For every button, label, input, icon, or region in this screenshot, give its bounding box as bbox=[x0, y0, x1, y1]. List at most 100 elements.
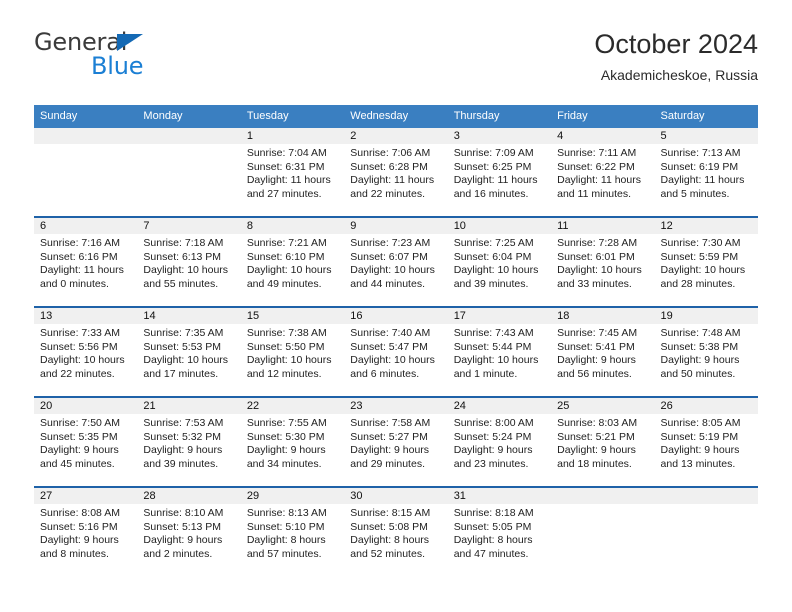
calendar-body: 1 Sunrise: 7:04 AM Sunset: 6:31 PM Daylight… bbox=[34, 128, 758, 576]
calendar-cell-day-13[interactable]: 13 Sunrise: 7:33 AM Sunset: 5:56 PM Dayligh… bbox=[34, 306, 138, 397]
weekday-header-monday: Monday bbox=[137, 105, 241, 128]
calendar-cell-day-26[interactable]: 26 Sunrise: 8:05 AM Sunset: 5:19 PM Dayligh… bbox=[654, 396, 758, 487]
calendar-cell-day-5[interactable]: 5 Sunrise: 7:13 AM Sunset: 6:19 PM Daylight… bbox=[654, 128, 758, 217]
calendar-cell-day-1[interactable]: 1 Sunrise: 7:04 AM Sunset: 6:31 PM Daylight… bbox=[240, 128, 345, 217]
calendar-cell-day-16[interactable]: 16 Sunrise: 7:40 AM Sunset: 5:47 PM Dayligh… bbox=[344, 306, 448, 397]
daylight-text: Daylight: 11 hours and 22 minutes. bbox=[350, 174, 435, 200]
sunrise-text: Sunrise: 7:28 AM bbox=[557, 237, 638, 249]
cell-inner: 1 Sunrise: 7:04 AM Sunset: 6:31 PM Daylight… bbox=[240, 128, 345, 216]
calendar-week-row: 27 Sunrise: 8:08 AM Sunset: 5:16 PM Dayligh… bbox=[34, 486, 758, 576]
cell-inner: 4 Sunrise: 7:11 AM Sunset: 6:22 PM Daylight… bbox=[551, 128, 655, 216]
cell-inner: 3 Sunrise: 7:09 AM Sunset: 6:25 PM Daylight… bbox=[447, 128, 552, 216]
calendar-cell-day-14[interactable]: 14 Sunrise: 7:35 AM Sunset: 5:53 PM Dayligh… bbox=[137, 306, 241, 397]
calendar-cell-day-19[interactable]: 19 Sunrise: 7:48 AM Sunset: 5:38 PM Dayligh… bbox=[654, 306, 758, 397]
day-number: 7 bbox=[137, 218, 241, 234]
calendar-cell-day-3[interactable]: 3 Sunrise: 7:09 AM Sunset: 6:25 PM Daylight… bbox=[447, 128, 552, 217]
calendar-cell-day-22[interactable]: 22 Sunrise: 7:55 AM Sunset: 5:30 PM Dayligh… bbox=[240, 396, 345, 487]
sunset-text: Sunset: 5:08 PM bbox=[350, 520, 428, 533]
sunset-text: Sunset: 5:44 PM bbox=[453, 340, 532, 353]
sunrise-text: Sunrise: 8:13 AM bbox=[246, 507, 327, 519]
daylight-text: Daylight: 9 hours and 34 minutes. bbox=[246, 444, 326, 470]
daylight-text: Daylight: 10 hours and 6 minutes. bbox=[350, 354, 435, 380]
sunset-text: Sunset: 6:31 PM bbox=[246, 160, 325, 173]
sunset-text: Sunset: 6:01 PM bbox=[557, 250, 635, 263]
calendar-cell-day-25[interactable]: 25 Sunrise: 8:03 AM Sunset: 5:21 PM Dayligh… bbox=[551, 396, 655, 487]
calendar-cell-day-31[interactable]: 31 Sunrise: 8:18 AM Sunset: 5:05 PM Dayligh… bbox=[447, 486, 552, 576]
day-number: 11 bbox=[551, 218, 655, 234]
sunrise-text: Sunrise: 7:50 AM bbox=[40, 417, 120, 429]
calendar-cell-day-2[interactable]: 2 Sunrise: 7:06 AM Sunset: 6:28 PM Daylight… bbox=[344, 128, 448, 217]
calendar-cell-day-8[interactable]: 8 Sunrise: 7:21 AM Sunset: 6:10 PM Daylight… bbox=[240, 216, 345, 307]
sunset-text: Sunset: 5:27 PM bbox=[350, 430, 428, 443]
day-number: 27 bbox=[34, 488, 138, 504]
calendar-cell-day-6[interactable]: 6 Sunrise: 7:16 AM Sunset: 6:16 PM Daylight… bbox=[34, 216, 138, 307]
calendar-cell-day-21[interactable]: 21 Sunrise: 7:53 AM Sunset: 5:32 PM Dayligh… bbox=[137, 396, 241, 487]
cell-inner bbox=[551, 488, 655, 576]
sunset-text: Sunset: 5:59 PM bbox=[660, 250, 739, 263]
day-number: 1 bbox=[240, 128, 345, 144]
sunrise-text: Sunrise: 7:53 AM bbox=[143, 417, 224, 429]
sunset-text: Sunset: 6:25 PM bbox=[453, 160, 532, 173]
day-details: Sunrise: 7:33 AM Sunset: 5:56 PM Daylight:… bbox=[34, 324, 137, 381]
daylight-text: Daylight: 10 hours and 33 minutes. bbox=[557, 264, 642, 290]
calendar-cell-day-10[interactable]: 10 Sunrise: 7:25 AM Sunset: 6:04 PM Dayligh… bbox=[447, 216, 552, 307]
daylight-text: Daylight: 10 hours and 1 minute. bbox=[453, 354, 539, 380]
day-number: 4 bbox=[551, 128, 655, 144]
calendar-cell-day-27[interactable]: 27 Sunrise: 8:08 AM Sunset: 5:16 PM Dayligh… bbox=[34, 486, 138, 576]
sunset-text: Sunset: 5:30 PM bbox=[246, 430, 325, 443]
day-details: Sunrise: 7:28 AM Sunset: 6:01 PM Daylight:… bbox=[551, 234, 654, 291]
cell-inner: 8 Sunrise: 7:21 AM Sunset: 6:10 PM Daylight… bbox=[240, 218, 345, 306]
calendar-cell-empty bbox=[551, 486, 655, 576]
day-number: 28 bbox=[137, 488, 241, 504]
cell-inner: 25 Sunrise: 8:03 AM Sunset: 5:21 PM Dayligh… bbox=[551, 398, 655, 486]
day-details: Sunrise: 8:15 AM Sunset: 5:08 PM Daylight:… bbox=[344, 504, 447, 561]
calendar-cell-day-15[interactable]: 15 Sunrise: 7:38 AM Sunset: 5:50 PM Dayligh… bbox=[240, 306, 345, 397]
cell-inner: 14 Sunrise: 7:35 AM Sunset: 5:53 PM Dayligh… bbox=[137, 308, 241, 396]
day-number: 20 bbox=[34, 398, 138, 414]
calendar-cell-day-23[interactable]: 23 Sunrise: 7:58 AM Sunset: 5:27 PM Dayligh… bbox=[344, 396, 448, 487]
weekday-header-friday: Friday bbox=[551, 105, 655, 128]
calendar-cell-day-9[interactable]: 9 Sunrise: 7:23 AM Sunset: 6:07 PM Daylight… bbox=[344, 216, 448, 307]
calendar-cell-day-11[interactable]: 11 Sunrise: 7:28 AM Sunset: 6:01 PM Dayligh… bbox=[551, 216, 655, 307]
calendar-cell-day-18[interactable]: 18 Sunrise: 7:45 AM Sunset: 5:41 PM Dayligh… bbox=[551, 306, 655, 397]
day-number: 16 bbox=[344, 308, 448, 324]
calendar-cell-day-29[interactable]: 29 Sunrise: 8:13 AM Sunset: 5:10 PM Dayligh… bbox=[240, 486, 345, 576]
calendar-cell-day-12[interactable]: 12 Sunrise: 7:30 AM Sunset: 5:59 PM Dayligh… bbox=[654, 216, 758, 307]
day-number: 12 bbox=[654, 218, 758, 234]
day-details: Sunrise: 7:35 AM Sunset: 5:53 PM Daylight:… bbox=[137, 324, 240, 381]
calendar-cell-day-4[interactable]: 4 Sunrise: 7:11 AM Sunset: 6:22 PM Daylight… bbox=[551, 128, 655, 217]
calendar-cell-day-24[interactable]: 24 Sunrise: 8:00 AM Sunset: 5:24 PM Dayligh… bbox=[447, 396, 552, 487]
sunrise-text: Sunrise: 7:38 AM bbox=[246, 327, 327, 339]
cell-inner: 10 Sunrise: 7:25 AM Sunset: 6:04 PM Dayligh… bbox=[447, 218, 552, 306]
calendar-cell-day-20[interactable]: 20 Sunrise: 7:50 AM Sunset: 5:35 PM Dayligh… bbox=[34, 396, 138, 487]
cell-inner: 31 Sunrise: 8:18 AM Sunset: 5:05 PM Dayligh… bbox=[447, 488, 552, 576]
sunset-text: Sunset: 5:38 PM bbox=[660, 340, 739, 353]
cell-inner: 17 Sunrise: 7:43 AM Sunset: 5:44 PM Dayligh… bbox=[447, 308, 552, 396]
cell-inner: 27 Sunrise: 8:08 AM Sunset: 5:16 PM Dayligh… bbox=[34, 488, 138, 576]
daylight-text: Daylight: 9 hours and 13 minutes. bbox=[660, 444, 740, 470]
day-details: Sunrise: 7:40 AM Sunset: 5:47 PM Daylight:… bbox=[344, 324, 447, 381]
calendar-cell-day-28[interactable]: 28 Sunrise: 8:10 AM Sunset: 5:13 PM Dayligh… bbox=[137, 486, 241, 576]
cell-inner: 7 Sunrise: 7:18 AM Sunset: 6:13 PM Daylight… bbox=[137, 218, 241, 306]
sunrise-text: Sunrise: 7:43 AM bbox=[453, 327, 534, 339]
cell-inner: 30 Sunrise: 8:15 AM Sunset: 5:08 PM Dayligh… bbox=[344, 488, 448, 576]
day-number-band bbox=[654, 488, 758, 504]
sunrise-text: Sunrise: 7:21 AM bbox=[246, 237, 327, 249]
general-blue-logo[interactable]: General Blue bbox=[34, 28, 234, 86]
day-number: 25 bbox=[551, 398, 655, 414]
day-number: 19 bbox=[654, 308, 758, 324]
sunset-text: Sunset: 5:47 PM bbox=[350, 340, 428, 353]
title-block: October 2024 Akademicheskoe, Russia bbox=[594, 28, 758, 83]
weekday-header-sunday: Sunday bbox=[34, 105, 138, 128]
calendar-cell-day-30[interactable]: 30 Sunrise: 8:15 AM Sunset: 5:08 PM Dayligh… bbox=[344, 486, 448, 576]
daylight-text: Daylight: 10 hours and 28 minutes. bbox=[660, 264, 746, 290]
cell-inner: 28 Sunrise: 8:10 AM Sunset: 5:13 PM Dayligh… bbox=[137, 488, 241, 576]
daylight-text: Daylight: 9 hours and 56 minutes. bbox=[557, 354, 636, 380]
day-number: 14 bbox=[137, 308, 241, 324]
daylight-text: Daylight: 11 hours and 27 minutes. bbox=[246, 174, 331, 200]
calendar-cell-day-7[interactable]: 7 Sunrise: 7:18 AM Sunset: 6:13 PM Daylight… bbox=[137, 216, 241, 307]
day-details: Sunrise: 7:16 AM Sunset: 6:16 PM Daylight:… bbox=[34, 234, 137, 291]
day-number: 23 bbox=[344, 398, 448, 414]
day-number: 8 bbox=[240, 218, 345, 234]
calendar-cell-day-17[interactable]: 17 Sunrise: 7:43 AM Sunset: 5:44 PM Dayligh… bbox=[447, 306, 552, 397]
